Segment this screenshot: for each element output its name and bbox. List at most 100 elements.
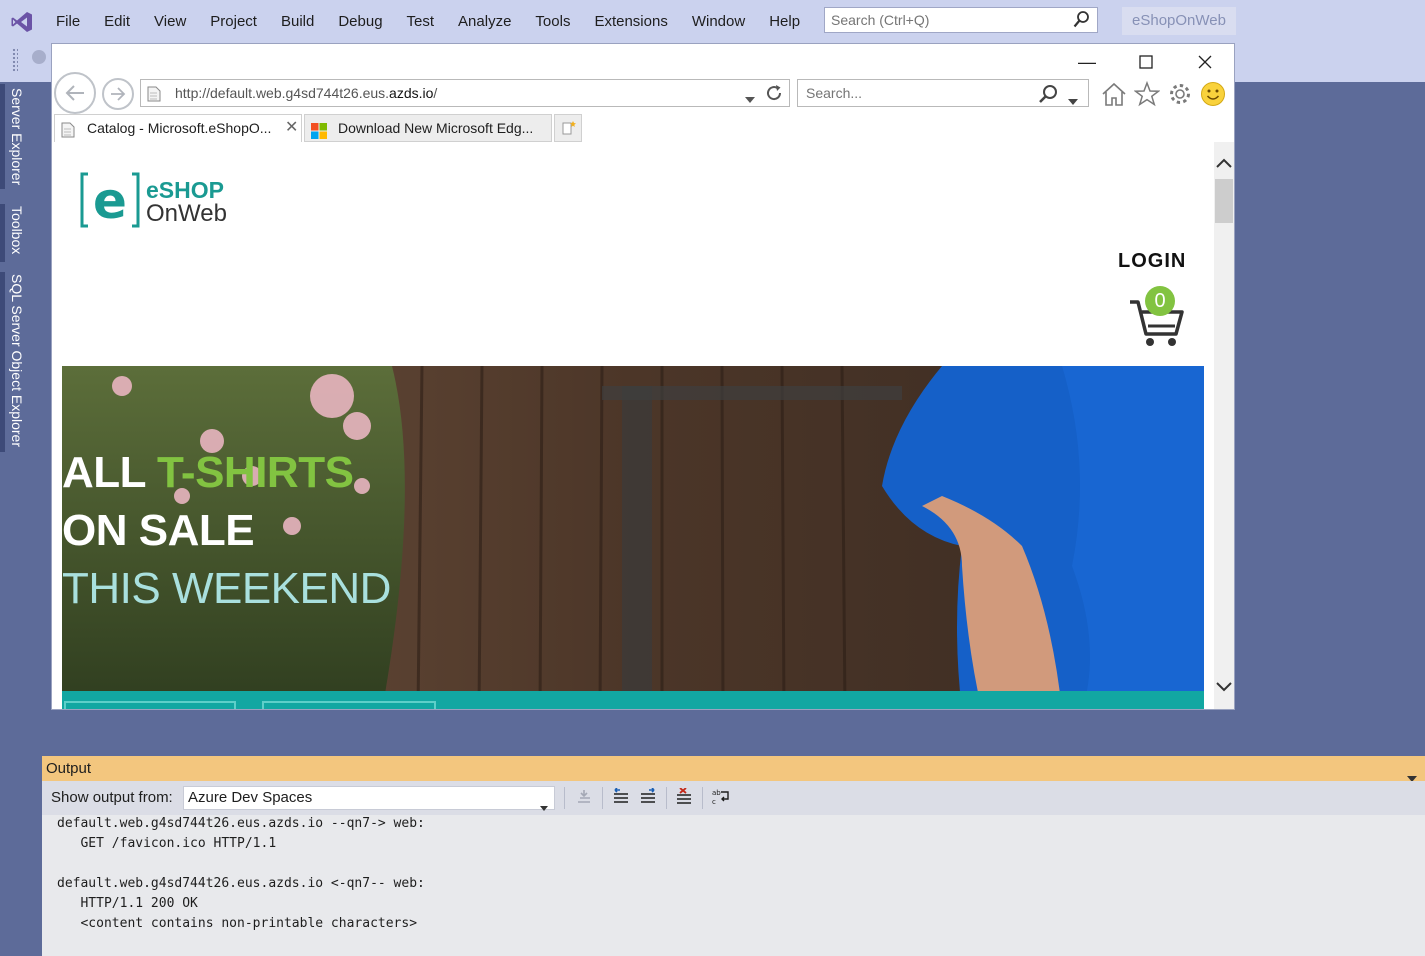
menu-items: File Edit View Project Build Debug Test Analyze… xyxy=(44,0,812,44)
filter-apply-button[interactable] xyxy=(462,709,504,710)
menu-help[interactable]: Help xyxy=(757,0,812,44)
home-icon[interactable] xyxy=(1100,81,1128,110)
menu-debug[interactable]: Debug xyxy=(326,0,394,44)
vs-quick-launch-search[interactable] xyxy=(824,7,1098,33)
login-link[interactable]: LOGIN xyxy=(1118,250,1186,273)
eshop-logo[interactable]: e eSHOP OnWeb xyxy=(80,170,227,233)
page-scrollbar[interactable] xyxy=(1214,142,1234,709)
search-dropdown-icon[interactable] xyxy=(1068,92,1078,108)
tab-catalog[interactable]: Catalog - Microsoft.eShopO... ✕ xyxy=(54,114,302,142)
tab-label: Download New Microsoft Edg... xyxy=(338,120,534,136)
menu-extensions[interactable]: Extensions xyxy=(582,0,679,44)
visual-studio-logo-icon[interactable] xyxy=(0,0,44,44)
address-bar[interactable]: http://default.web.g4sd744t26.eus.azds.i… xyxy=(140,79,790,107)
url-dropdown-icon[interactable] xyxy=(745,90,755,106)
output-line: <content contains non-printable characte… xyxy=(57,916,418,931)
output-line: default.web.g4sd744t26.eus.azds.io <-qn7… xyxy=(57,876,425,891)
output-log-text[interactable]: default.web.g4sd744t26.eus.azds.io --qn7… xyxy=(57,814,425,934)
vs-search-input[interactable] xyxy=(825,8,1077,32)
output-panel-header: Output xyxy=(42,756,1425,782)
scroll-up-icon[interactable] xyxy=(1216,156,1232,172)
menu-tools[interactable]: Tools xyxy=(523,0,582,44)
tab-server-explorer[interactable]: Server Explorer xyxy=(9,88,25,185)
menu-build[interactable]: Build xyxy=(269,0,326,44)
toolbar-separator xyxy=(666,787,667,809)
back-button[interactable] xyxy=(54,72,96,114)
go-to-previous-message-button[interactable] xyxy=(609,785,633,809)
tab-sql-server-object-explorer[interactable]: SQL Server Object Explorer xyxy=(9,274,25,447)
next-message-icon xyxy=(641,788,655,803)
output-source-value: Azure Dev Spaces xyxy=(188,789,313,806)
search-icon[interactable] xyxy=(1038,84,1058,107)
close-icon[interactable] xyxy=(1190,50,1220,74)
search-icon[interactable] xyxy=(1073,11,1089,32)
new-tab-button[interactable] xyxy=(554,114,582,142)
web-page: e eSHOP OnWeb LOGIN 0 ALL T-SHIRTS ON SA… xyxy=(52,142,1214,710)
filter-bar xyxy=(62,691,1204,710)
tab-close-icon[interactable]: ✕ xyxy=(285,115,298,141)
clear-all-button[interactable] xyxy=(672,785,696,809)
menu-window[interactable]: Window xyxy=(680,0,757,44)
svg-text:ab: ab xyxy=(712,789,721,797)
output-source-select[interactable]: Azure Dev Spaces xyxy=(183,786,555,811)
toggle-word-wrap-button[interactable]: ab c xyxy=(709,785,733,809)
chevron-down-icon xyxy=(540,796,548,818)
menu-view[interactable]: View xyxy=(142,0,198,44)
brand-filter[interactable] xyxy=(64,701,236,709)
smiley-feedback-icon[interactable] xyxy=(1200,81,1226,110)
hero-headline-line3: THIS WEEKEND xyxy=(62,564,391,613)
output-panel: Output Show output from: Azure Dev Space… xyxy=(42,756,1425,956)
find-in-code-icon xyxy=(578,790,590,803)
toolbar-grip[interactable] xyxy=(12,48,18,72)
minimize-icon[interactable]: — xyxy=(1072,50,1102,74)
previous-message-icon xyxy=(614,788,628,803)
output-line: default.web.g4sd744t26.eus.azds.io --qn7… xyxy=(57,816,425,831)
refresh-icon[interactable] xyxy=(765,84,783,105)
output-line: GET /favicon.ico HTTP/1.1 xyxy=(57,836,277,851)
tab-indicator xyxy=(0,204,5,262)
solution-name-badge: eShopOnWeb xyxy=(1122,7,1236,35)
toolbar-separator xyxy=(602,787,603,809)
menu-project[interactable]: Project xyxy=(198,0,269,44)
tab-toolbox[interactable]: Toolbox xyxy=(9,206,25,254)
tab-indicator xyxy=(0,84,5,189)
forward-button[interactable] xyxy=(102,78,134,110)
scroll-thumb[interactable] xyxy=(1215,179,1233,223)
settings-gear-icon[interactable] xyxy=(1167,81,1193,110)
windows-logo-icon xyxy=(311,121,327,141)
logo-text-eshop: eSHOP xyxy=(146,177,224,203)
tab-label: Catalog - Microsoft.eShopO... xyxy=(87,120,272,136)
shopping-cart-button[interactable]: 0 xyxy=(1128,286,1186,350)
hero-headline-line1: ALL T-SHIRTS xyxy=(62,448,354,497)
back-arrow-icon xyxy=(65,85,84,101)
find-message-in-code-button[interactable] xyxy=(572,785,596,809)
tool-window-strip: Server Explorer Toolbox SQL Server Objec… xyxy=(0,82,42,956)
page-icon xyxy=(61,120,75,142)
page-icon xyxy=(147,86,161,105)
favorites-star-icon[interactable] xyxy=(1133,80,1161,110)
menu-edit[interactable]: Edit xyxy=(92,0,142,44)
scroll-down-icon[interactable] xyxy=(1216,680,1232,696)
hero-headline-line2: ON SALE xyxy=(62,506,255,555)
menu-file[interactable]: File xyxy=(44,0,92,44)
url-text[interactable]: http://default.web.g4sd744t26.eus.azds.i… xyxy=(175,85,437,101)
output-toolbar: Show output from: Azure Dev Spaces ab c xyxy=(42,781,1425,815)
clear-all-icon xyxy=(677,788,691,804)
type-filter[interactable] xyxy=(262,701,436,709)
browser-search-box[interactable] xyxy=(797,79,1089,107)
navigate-back-icon[interactable] xyxy=(32,50,46,64)
tab-indicator xyxy=(0,272,5,452)
output-line: HTTP/1.1 200 OK xyxy=(57,896,198,911)
show-output-from-label: Show output from: xyxy=(51,789,173,806)
logo-text-onweb: OnWeb xyxy=(146,200,227,227)
hero-banner: ALL T-SHIRTS ON SALE THIS WEEKEND xyxy=(62,366,1204,710)
go-to-next-message-button[interactable] xyxy=(636,785,660,809)
tab-download-edge[interactable]: Download New Microsoft Edg... xyxy=(304,114,552,142)
svg-text:c: c xyxy=(712,798,716,806)
menu-analyze[interactable]: Analyze xyxy=(446,0,523,44)
browser-search-input[interactable] xyxy=(798,80,1014,106)
word-wrap-icon: abc xyxy=(712,789,729,806)
maximize-icon[interactable] xyxy=(1131,50,1161,74)
menu-test[interactable]: Test xyxy=(395,0,447,44)
